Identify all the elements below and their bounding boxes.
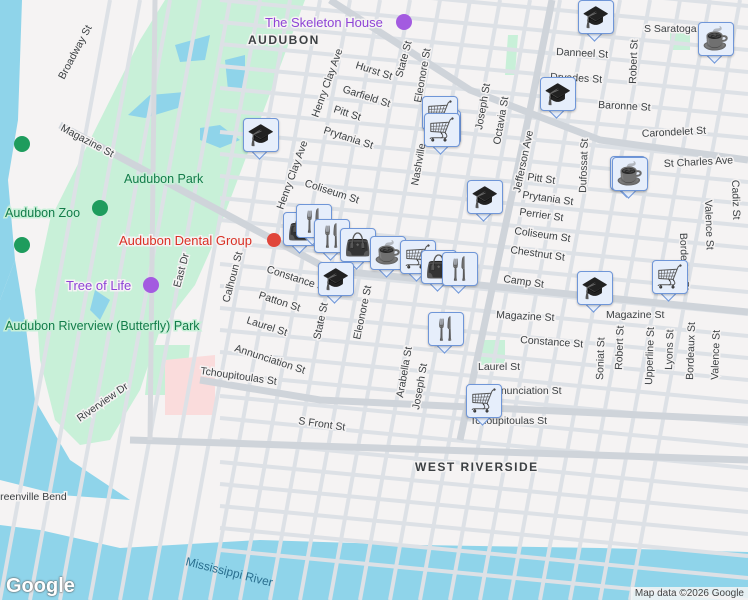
street-label: Valence St [702,200,716,250]
street-label: Bordeaux St [684,322,698,380]
label-audubon: AUDUBON [248,33,320,47]
shopping-cart-marker[interactable]: 🛒 [466,384,502,426]
shopping-cart-marker[interactable]: 🛒 [652,260,688,302]
school-icon: 🎓 [544,81,572,106]
school-marker[interactable]: 🎓 [577,271,613,313]
school-icon: 🎓 [581,275,609,300]
shopping-cart-icon: 🛒 [656,264,684,289]
school-marker[interactable]: 🎓 [467,180,503,222]
street-label: S Saratoga [644,23,697,35]
label-greenville-bend: Greenville Bend [0,491,67,503]
restaurant-marker[interactable]: 🍴 [442,252,478,294]
street-label: Upperline St [643,327,657,385]
label-west-riverside: WEST RIVERSIDE [415,460,539,474]
school-marker[interactable]: 🎓 [243,118,279,160]
street-label: Valence St [709,330,723,380]
restaurant-icon: 🍴 [432,316,460,341]
street-label: Soniat St [594,337,607,380]
school-icon: 🎓 [582,4,610,29]
label-dental-group[interactable]: Audubon Dental Group [118,232,254,250]
restaurant-icon: 🍴 [446,256,474,281]
school-icon: 🎓 [322,266,350,291]
shopping-bag-icon: 👜 [344,232,372,257]
restaurant-marker[interactable]: 🍴 [428,312,464,354]
coffee-icon: ☕ [702,26,730,51]
school-icon: 🎓 [247,122,275,147]
school-icon: 🎓 [471,184,499,209]
coffee-icon: ☕ [374,240,402,265]
label-audubon-zoo: Audubon Zoo [5,206,80,220]
tree-icon[interactable] [14,136,30,152]
school-marker[interactable]: 🎓 [540,77,576,119]
google-logo: Google [6,575,75,597]
map-canvas[interactable]: AUDUBON WEST RIVERSIDE Audubon Park Audu… [0,0,748,600]
street-label: Robert St [627,39,641,84]
label-tree-of-life[interactable]: Tree of Life [65,277,133,295]
coffee-marker[interactable]: ☕ [698,22,734,64]
street-label: Laurel St [478,361,520,373]
camera-icon[interactable] [396,14,412,30]
label-riverview-park: Audubon Riverview (Butterfly) Park [5,319,200,333]
school-marker[interactable]: 🎓 [318,262,354,304]
street-label: Magazine St [606,309,664,321]
coffee-marker[interactable]: ☕ [612,157,648,199]
street-label: Robert St [613,325,627,370]
coffee-icon: ☕ [616,161,644,186]
school-marker[interactable]: 🎓 [578,0,614,42]
tree-icon[interactable] [14,237,30,253]
map-attribution[interactable]: Map data ©2026 Google [630,587,748,600]
shopping-cart-icon: 🛒 [428,117,456,142]
paw-icon[interactable] [92,200,108,216]
camera-icon[interactable] [143,277,159,293]
label-audubon-park: Audubon Park [124,172,204,186]
street-label: Lyons St [663,329,676,370]
shopping-cart-icon: 🛒 [470,388,498,413]
label-skeleton-house[interactable]: The Skeleton House [264,14,385,32]
street-label: Cadiz St [729,180,742,220]
street-label: Dufossat St [577,138,591,193]
medical-icon[interactable] [267,233,281,247]
shopping-cart-marker[interactable]: 🛒 [424,113,460,155]
